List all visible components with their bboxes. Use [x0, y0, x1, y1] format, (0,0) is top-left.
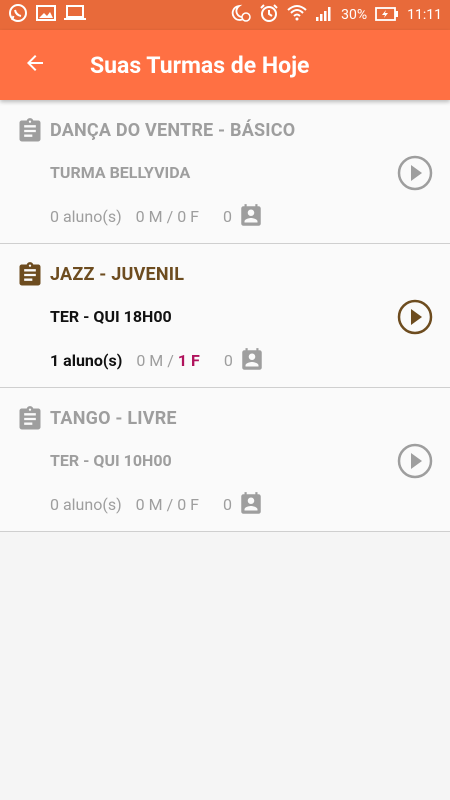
laptop-icon — [64, 5, 86, 25]
signal-icon — [315, 5, 333, 25]
attendance-count: 0 — [223, 350, 233, 370]
contact-card-icon — [238, 491, 264, 517]
status-bar-right: 30% 11:11 — [231, 3, 442, 27]
class-subtitle: TURMA BELLYVIDA — [50, 163, 191, 182]
class-card[interactable]: JAZZ - JUVENIL TER - QUI 18H00 1 aluno(s… — [0, 244, 450, 388]
whatsapp-icon — [8, 3, 28, 27]
play-button[interactable] — [396, 442, 434, 484]
arrow-back-icon — [23, 51, 47, 79]
female-count: 1 F — [177, 350, 200, 370]
gender-separator: / — [167, 350, 174, 370]
class-title: DANÇA DO VENTRE - BÁSICO — [50, 120, 296, 141]
clipboard-icon — [16, 260, 44, 294]
male-count: 0 M — [135, 494, 163, 514]
class-title: TANGO - LIVRE — [50, 408, 177, 429]
contact-card-icon — [238, 203, 264, 229]
clipboard-icon — [16, 116, 44, 150]
students-count: 1 aluno(s) — [50, 350, 123, 370]
students-count: 0 aluno(s) — [50, 494, 122, 514]
image-icon — [36, 5, 56, 25]
class-card[interactable]: TANGO - LIVRE TER - QUI 10H00 0 aluno(s)… — [0, 388, 450, 532]
class-stats: 0 aluno(s) 0 M / 0 F 0 — [50, 203, 264, 229]
clock-time: 11:11 — [407, 7, 442, 23]
play-button[interactable] — [396, 154, 434, 196]
app-bar: Suas Turmas de Hoje — [0, 30, 450, 100]
female-count: 0 F — [177, 494, 199, 514]
class-card[interactable]: DANÇA DO VENTRE - BÁSICO TURMA BELLYVIDA… — [0, 100, 450, 244]
contact-card-icon — [239, 347, 265, 373]
class-list: DANÇA DO VENTRE - BÁSICO TURMA BELLYVIDA… — [0, 100, 450, 532]
clipboard-icon — [16, 404, 44, 438]
battery-icon — [375, 6, 399, 25]
battery-percent: 30% — [341, 7, 368, 23]
gender-separator: / — [166, 206, 174, 226]
class-subtitle: TER - QUI 10H00 — [50, 451, 172, 470]
wifi-icon — [287, 4, 307, 26]
status-bar-left — [8, 3, 86, 27]
attendance-count: 0 — [223, 494, 232, 514]
attendance-count: 0 — [223, 206, 232, 226]
class-subtitle: TER - QUI 18H00 — [50, 307, 172, 326]
play-button[interactable] — [396, 298, 434, 340]
male-count: 0 M — [135, 206, 163, 226]
status-bar: 30% 11:11 — [0, 0, 450, 30]
page-title: Suas Turmas de Hoje — [90, 51, 310, 79]
female-count: 0 F — [177, 206, 199, 226]
moon-clock-icon — [231, 4, 251, 26]
male-count: 0 M — [136, 350, 164, 370]
students-count: 0 aluno(s) — [50, 206, 122, 226]
class-title: JAZZ - JUVENIL — [50, 264, 185, 285]
gender-separator: / — [166, 494, 174, 514]
class-stats: 1 aluno(s) 0 M / 1 F 0 — [50, 347, 265, 373]
back-button[interactable] — [0, 30, 70, 100]
class-stats: 0 aluno(s) 0 M / 0 F 0 — [50, 491, 264, 517]
alarm-icon — [259, 3, 279, 27]
